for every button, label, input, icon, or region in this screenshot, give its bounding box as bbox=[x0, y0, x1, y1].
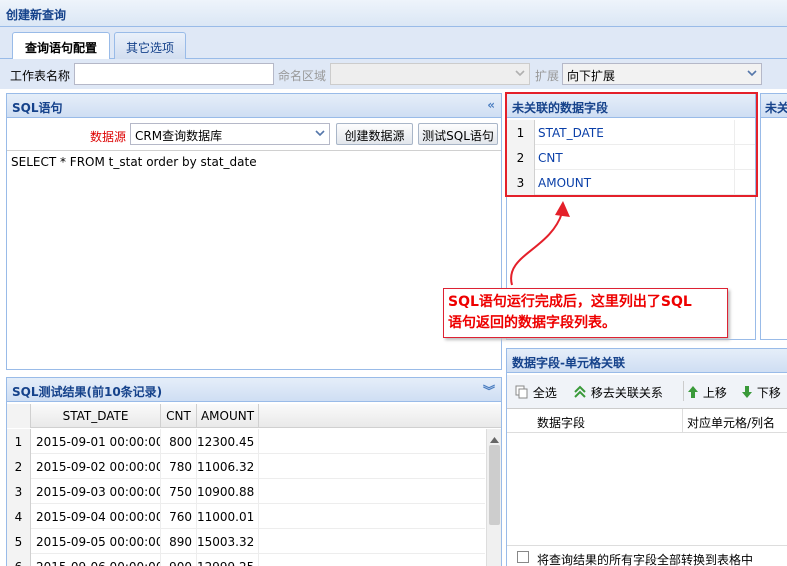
convert-all-label: 将查询结果的所有字段全部转换到表格中 bbox=[537, 553, 754, 566]
select-all-button[interactable]: 全选 bbox=[515, 384, 557, 401]
move-up-button[interactable]: 上移 bbox=[687, 384, 727, 401]
test-sql-button[interactable]: 测试SQL语句 bbox=[418, 123, 498, 145]
window-title: 创建新查询 bbox=[0, 0, 787, 27]
chevron-down-icon[interactable] bbox=[744, 64, 761, 84]
arrow-up-icon bbox=[688, 386, 698, 398]
rownum-header bbox=[7, 404, 31, 428]
table-row[interactable]: 4 2015-09-04 00:00:00 760 11000.01 bbox=[7, 504, 485, 529]
mapping-panel-header: 数据字段-单元格关联 bbox=[507, 349, 787, 373]
chevron-down-icon[interactable] bbox=[312, 124, 329, 144]
create-datasource-button[interactable]: 创建数据源 bbox=[336, 123, 413, 145]
toolbar-divider bbox=[683, 381, 684, 401]
tab-other-options[interactable]: 其它选项 bbox=[114, 32, 186, 59]
expand-label: 扩展 bbox=[535, 69, 560, 83]
collapse-down-icon[interactable]: ︾ bbox=[483, 382, 495, 399]
table-row[interactable]: 2 2015-09-02 00:00:00 780 11006.32 bbox=[7, 454, 485, 479]
mapping-toolbar: 全选 移去关联关系 上移 下移 bbox=[507, 375, 787, 409]
expand-value: 向下扩展 bbox=[567, 69, 616, 83]
table-row[interactable]: 1 2015-09-01 00:00:00 800 12300.45 bbox=[7, 429, 485, 454]
col-header-cell[interactable]: 对应单元格/列名 bbox=[683, 409, 787, 433]
sql-text: SELECT * FROM t_stat order by stat_date bbox=[11, 155, 257, 169]
collapse-left-icon[interactable]: « bbox=[487, 98, 495, 112]
annotation-callout: SQL语句运行完成后，这里列出了SQL 语句返回的数据字段列表。 bbox=[443, 288, 728, 338]
right-panel-header: 未关 bbox=[761, 94, 787, 118]
col-header-stat-date[interactable]: STAT_DATE bbox=[31, 404, 161, 428]
scroll-up-icon[interactable] bbox=[490, 432, 499, 446]
result-grid-body: 1 2015-09-01 00:00:00 800 12300.45 2 2015-09… bbox=[7, 429, 485, 566]
range-combo bbox=[330, 63, 530, 85]
tab-bar: 查询语句配置 其它选项 bbox=[0, 27, 787, 60]
scroll-thumb[interactable] bbox=[489, 445, 500, 525]
sql-panel: SQL语句 « 数据源 CRM查询数据库 创建数据源 测试SQL语句 SELEC… bbox=[6, 93, 502, 370]
col-header-amount[interactable]: AMOUNT bbox=[197, 404, 259, 428]
expand-combo[interactable]: 向下扩展 bbox=[562, 63, 762, 85]
form-row: 工作表名称 命名区域 扩展 向下扩展 bbox=[0, 59, 787, 89]
mapping-panel: 数据字段-单元格关联 全选 移去关联关系 上移 下移 数据字段 对应单元格/列名… bbox=[506, 348, 787, 566]
move-down-label: 下移 bbox=[756, 386, 781, 400]
move-down-button[interactable]: 下移 bbox=[741, 384, 781, 401]
arrow-down-icon bbox=[742, 386, 752, 398]
range-label: 命名区域 bbox=[278, 69, 327, 83]
sql-result-panel: SQL测试结果(前10条记录) ︾ STAT_DATE CNT AMOUNT 1… bbox=[6, 377, 502, 566]
convert-all-checkbox[interactable] bbox=[517, 551, 529, 563]
col-header-field[interactable]: 数据字段 bbox=[507, 409, 683, 433]
tab-query-config[interactable]: 查询语句配置 bbox=[12, 32, 110, 60]
double-arrow-up-icon bbox=[574, 385, 586, 398]
remove-association-button[interactable]: 移去关联关系 bbox=[573, 384, 663, 401]
datasource-value: CRM查询数据库 bbox=[135, 129, 223, 143]
annotation-line-2: 语句返回的数据字段列表。 bbox=[448, 315, 616, 331]
datasource-combo[interactable]: CRM查询数据库 bbox=[130, 123, 330, 145]
mapping-grid-header: 数据字段 对应单元格/列名 bbox=[507, 409, 787, 433]
result-scrollbar[interactable] bbox=[486, 429, 501, 566]
col-header-cnt[interactable]: CNT bbox=[161, 404, 197, 428]
convert-all-row: 将查询结果的所有字段全部转换到表格中 bbox=[507, 545, 787, 566]
table-row[interactable]: 5 2015-09-05 00:00:00 890 15003.32 bbox=[7, 529, 485, 554]
sql-panel-header: SQL语句 « bbox=[7, 94, 501, 118]
result-grid-header: STAT_DATE CNT AMOUNT bbox=[7, 404, 501, 428]
result-panel-header: SQL测试结果(前10条记录) ︾ bbox=[7, 378, 501, 402]
copy-icon bbox=[515, 385, 528, 399]
sql-panel-title: SQL语句 bbox=[12, 101, 63, 115]
remove-association-label: 移去关联关系 bbox=[590, 386, 663, 400]
worksheet-input[interactable] bbox=[74, 63, 274, 85]
highlight-box bbox=[505, 92, 758, 197]
move-up-label: 上移 bbox=[702, 386, 727, 400]
result-panel-title: SQL测试结果(前10条记录) bbox=[12, 385, 163, 399]
sql-editor[interactable]: SELECT * FROM t_stat order by stat_date bbox=[7, 150, 501, 369]
table-row[interactable]: 3 2015-09-03 00:00:00 750 10900.88 bbox=[7, 479, 485, 504]
select-all-label: 全选 bbox=[532, 386, 557, 400]
table-row[interactable]: 62015-09-06 00:00:0090012999.25 bbox=[7, 554, 485, 566]
right-panel: 未关 bbox=[760, 93, 787, 340]
datasource-label: 数据源 bbox=[90, 130, 127, 144]
worksheet-label: 工作表名称 bbox=[10, 69, 71, 83]
chevron-down-icon bbox=[512, 64, 529, 84]
annotation-arrow bbox=[510, 201, 570, 286]
annotation-line-1: SQL语句运行完成后，这里列出了SQL bbox=[448, 294, 692, 310]
